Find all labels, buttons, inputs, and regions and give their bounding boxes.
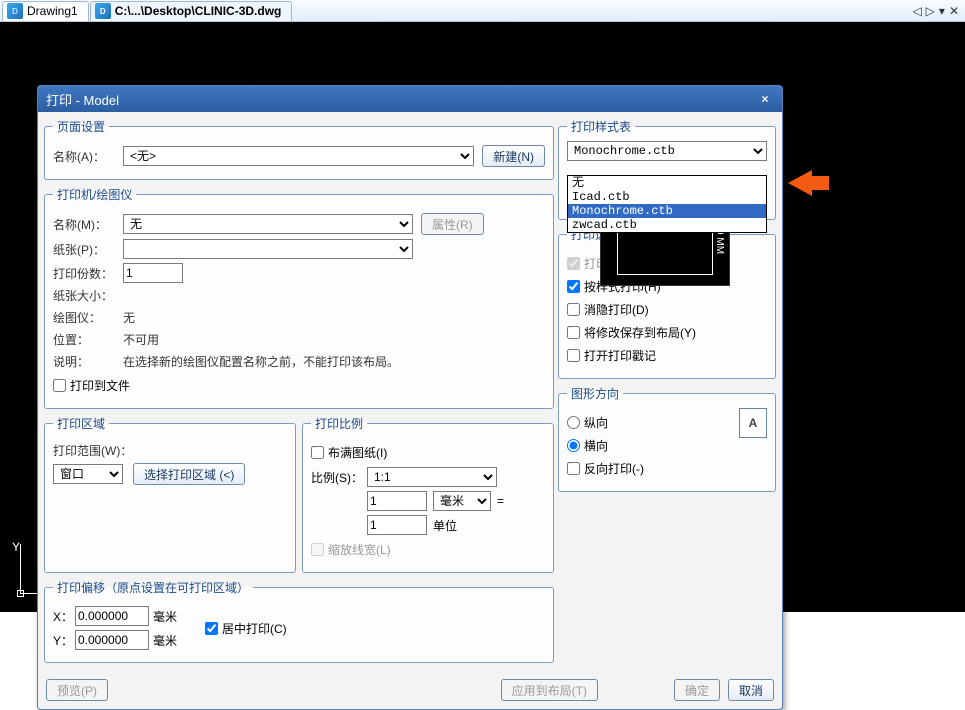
plot-area-legend: 打印区域	[53, 415, 109, 432]
center-plot-checkbox[interactable]	[205, 622, 218, 635]
opt-stamp-label: 打开打印戳记	[584, 347, 656, 364]
new-page-setup-button[interactable]: 新建(N)	[482, 145, 545, 167]
desc-label: 说明：	[53, 353, 123, 371]
apply-button: 应用到布局(T)	[501, 679, 598, 701]
offset-x-input[interactable]	[75, 606, 149, 626]
preview-button: 预览(P)	[46, 679, 108, 701]
opt-stamp-checkbox[interactable]	[567, 349, 580, 362]
papersize-label: 纸张大小：	[53, 287, 123, 305]
tab-label: Drawing1	[27, 4, 78, 18]
dwg-icon: D	[95, 3, 111, 19]
plot-offset-legend: 打印偏移（原点设置在可打印区域）	[53, 579, 253, 596]
opt-bystyle-checkbox[interactable]	[567, 280, 580, 293]
location-label: 位置：	[53, 331, 123, 349]
tab-menu-icon[interactable]: ▾	[939, 4, 945, 18]
ucs-y-label: Y	[12, 540, 20, 554]
dialog-titlebar[interactable]: 打印 - Model ×	[38, 86, 782, 112]
orientation-group: 图形方向 纵向 横向 反向打印(-) A	[558, 385, 776, 492]
scale-num1-input[interactable]	[367, 491, 427, 511]
plot-scale-legend: 打印比例	[311, 415, 367, 432]
page-setup-group: 页面设置 名称(A)： <无> 新建(N)	[44, 118, 554, 180]
scale-lineweight-checkbox	[311, 543, 324, 556]
plot-style-option[interactable]: zwcad.ctb	[568, 218, 766, 232]
plot-to-file-checkbox[interactable]	[53, 379, 66, 392]
plot-offset-group: 打印偏移（原点设置在可打印区域） X： 毫米 Y： 毫米	[44, 579, 554, 663]
tab-label: C:\...\Desktop\CLINIC-3D.dwg	[115, 4, 282, 18]
page-name-label: 名称(A)：	[53, 148, 123, 165]
offset-y-unit: 毫米	[149, 632, 177, 649]
offset-y-label: Y：	[53, 632, 75, 649]
plot-style-option[interactable]: Monochrome.ctb	[568, 204, 766, 218]
tab-close-icon[interactable]: ✕	[949, 4, 959, 18]
fit-to-paper-checkbox[interactable]	[311, 446, 324, 459]
tab-drawing1[interactable]: D Drawing1	[2, 1, 89, 21]
scale-unit-select[interactable]: 毫米	[433, 491, 491, 511]
print-dialog: 打印 - Model × 页面设置 名称(A)： <无> 新建(N) 打印机/绘…	[37, 85, 783, 710]
copies-label: 打印份数：	[53, 265, 123, 282]
tab-bar: D Drawing1 D C:\...\Desktop\CLINIC-3D.dw…	[0, 0, 965, 22]
center-plot-label: 居中打印(C)	[222, 620, 287, 637]
tab-current-file[interactable]: D C:\...\Desktop\CLINIC-3D.dwg	[90, 1, 293, 21]
cancel-button[interactable]: 取消	[728, 679, 774, 701]
eq-label: =	[491, 494, 510, 508]
plotter-value: 无	[123, 309, 135, 327]
select-plot-area-button[interactable]: 选择打印区域 (<)	[133, 463, 245, 485]
dialog-title: 打印 - Model	[46, 90, 756, 109]
plot-area-group: 打印区域 打印范围(W)： 窗口 选择打印区域 (<)	[44, 415, 296, 573]
ratio-label: 比例(S)：	[311, 469, 367, 486]
dialog-buttons: 预览(P) 应用到布局(T) 确定 取消	[38, 675, 782, 709]
callout-arrow-icon	[788, 170, 812, 196]
dwg-icon: D	[7, 3, 23, 19]
plot-range-select[interactable]: 窗口	[53, 464, 123, 484]
close-icon[interactable]: ×	[756, 92, 774, 106]
plot-style-group: 打印样式表 Monochrome.ctb 无 Icad.ctb Monochro…	[558, 118, 776, 220]
tab-nav-controls: ◁ ▷ ▾ ✕	[912, 4, 965, 18]
opt-save-checkbox[interactable]	[567, 326, 580, 339]
plot-range-label: 打印范围(W)：	[53, 442, 137, 459]
printer-properties-button: 属性(R)	[421, 213, 484, 235]
plot-scale-group: 打印比例 布满图纸(I) 比例(S)： 1:1	[302, 415, 554, 573]
portrait-label: 纵向	[584, 414, 608, 431]
opt-hideplot-checkbox[interactable]	[567, 303, 580, 316]
offset-x-label: X：	[53, 608, 75, 625]
offset-x-unit: 毫米	[149, 608, 177, 625]
desc-value: 在选择新的绘图仪配置名称之前，不能打印该布局。	[123, 353, 545, 371]
portrait-radio[interactable]	[567, 416, 580, 429]
plot-style-option[interactable]: 无	[568, 176, 766, 190]
paper-select[interactable]	[123, 239, 413, 259]
unit-label: 单位	[433, 517, 457, 534]
scale-lineweight-label: 缩放线宽(L)	[328, 541, 391, 558]
location-value: 不可用	[123, 331, 159, 349]
reverse-label: 反向打印(-)	[584, 460, 644, 477]
plotter-label: 绘图仪：	[53, 309, 123, 327]
orientation-icon: A	[739, 408, 767, 438]
tab-prev-icon[interactable]: ◁	[912, 4, 921, 18]
plot-to-file-label: 打印到文件	[70, 377, 130, 394]
printer-group: 打印机/绘图仪 名称(M)： 无 属性(R) 纸张(P)： 打印份数：	[44, 186, 554, 409]
landscape-radio[interactable]	[567, 439, 580, 452]
printer-name-select[interactable]: 无	[123, 214, 413, 234]
ratio-select[interactable]: 1:1	[367, 467, 497, 487]
paper-label: 纸张(P)：	[53, 241, 123, 258]
plot-style-select[interactable]: Monochrome.ctb	[567, 141, 767, 161]
plot-style-dropdown-list[interactable]: 无 Icad.ctb Monochrome.ctb zwcad.ctb	[567, 175, 767, 233]
copies-input[interactable]	[123, 263, 183, 283]
opt-hideplot-label: 消隐打印(D)	[584, 301, 649, 318]
offset-y-input[interactable]	[75, 630, 149, 650]
printer-legend: 打印机/绘图仪	[53, 186, 136, 203]
tab-next-icon[interactable]: ▷	[926, 4, 935, 18]
plot-style-legend: 打印样式表	[567, 118, 635, 135]
opt-save-label: 将修改保存到布局(Y)	[584, 324, 696, 341]
opt-lineweight-checkbox	[567, 257, 580, 270]
ok-button: 确定	[674, 679, 720, 701]
landscape-label: 横向	[584, 437, 608, 454]
page-name-select[interactable]: <无>	[123, 146, 474, 166]
scale-num2-input[interactable]	[367, 515, 427, 535]
fit-to-paper-label: 布满图纸(I)	[328, 444, 387, 461]
printer-name-label: 名称(M)：	[53, 216, 123, 233]
orientation-legend: 图形方向	[567, 385, 623, 402]
reverse-checkbox[interactable]	[567, 462, 580, 475]
page-setup-legend: 页面设置	[53, 118, 109, 135]
plot-style-option[interactable]: Icad.ctb	[568, 190, 766, 204]
